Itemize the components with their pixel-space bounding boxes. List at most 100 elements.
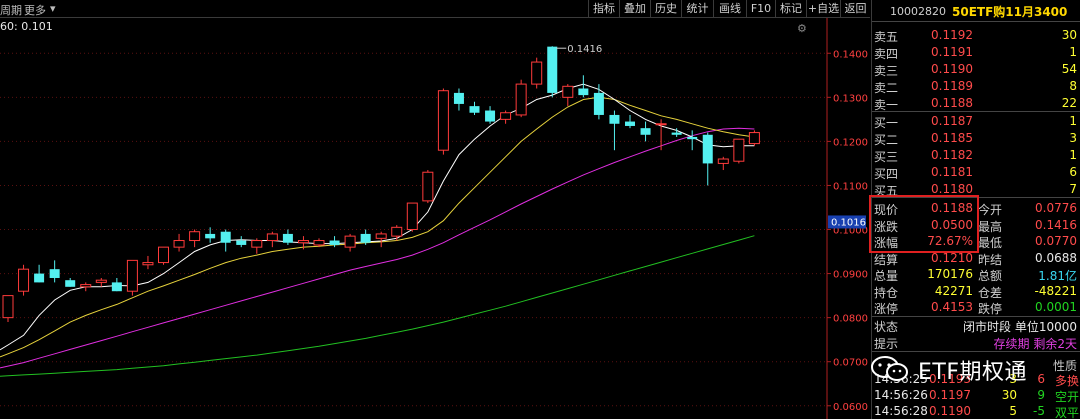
candle-body-down (609, 114, 620, 124)
stat-value: 42271 (934, 283, 973, 298)
candle-body-down (578, 88, 589, 96)
status-row: 状态 闭市时段 单位10000 (872, 317, 1080, 334)
candle-body-up (515, 83, 527, 116)
candle-body-down (220, 231, 231, 243)
candle-body-up (562, 85, 574, 98)
more-chevron-icon[interactable]: ▾ (50, 2, 56, 15)
bid-volume: 1 (1069, 114, 1077, 128)
toolbar-button-1[interactable]: 叠加 (619, 0, 650, 18)
stat-label: 跌停 (978, 302, 1003, 316)
candle-body-up (375, 233, 387, 239)
ask-volume: 30 (1061, 28, 1077, 42)
toolbar-button-6[interactable]: 标记 (775, 0, 806, 18)
y-tick-label: 0.1200 (833, 137, 868, 148)
ask-volume: 1 (1069, 45, 1077, 59)
ask-volume: 8 (1069, 79, 1077, 93)
toolbar-button-0[interactable]: 指标 (588, 0, 619, 18)
current-value-tag: 0.1016 (831, 217, 866, 228)
toolbar-button-5[interactable]: F10 (746, 0, 775, 18)
toolbar-button-8[interactable]: 返回 (840, 0, 870, 18)
candle-body-up (18, 268, 30, 292)
candle-body-down (671, 132, 682, 135)
ask-row[interactable]: 卖五 0.1192 30 (872, 27, 1080, 44)
stat-label: 最高 (978, 219, 1003, 234)
candle-body-down (329, 240, 340, 245)
stat-label: 最低 (978, 236, 1003, 250)
kline-chart[interactable]: 0.14000.13000.12000.11000.10000.09000.08… (0, 18, 870, 419)
toolbar-button-3[interactable]: 统计 (681, 0, 713, 18)
trade-change: -5 (1033, 404, 1045, 418)
y-tick-label: 0.0600 (833, 402, 868, 413)
candle-body-up (158, 246, 169, 264)
bid-volume: 1 (1069, 148, 1077, 162)
y-tick-label: 0.1300 (833, 93, 868, 104)
ask-price: 0.1188 (931, 96, 973, 110)
ask-price: 0.1189 (931, 79, 973, 93)
wechat-logo-icon (871, 356, 908, 381)
quote-header: 10002820 50ETF购11月3400 (872, 0, 1080, 22)
candle-body-up (266, 233, 278, 242)
ask-volume: 54 (1061, 62, 1077, 76)
candle-body-up (500, 112, 512, 120)
ask-volume: 22 (1061, 96, 1077, 110)
candle-body-down (34, 273, 45, 283)
candle-body-down (205, 233, 216, 239)
hint-label: 提示 (874, 337, 899, 351)
more-button[interactable]: 更多 (24, 2, 46, 18)
candle-body-down (360, 233, 371, 243)
status-value: 闭市时段 单位10000 (963, 320, 1077, 334)
toolbar-button-7[interactable]: +自选 (806, 0, 840, 18)
candle-body-up (297, 240, 309, 244)
candle-body-up (313, 240, 325, 246)
candle-body-down (547, 46, 558, 93)
period-button[interactable]: 周期 (0, 2, 22, 18)
trade-time: 14:56:28 (874, 404, 928, 418)
candle-body-up (748, 132, 760, 145)
bid-label: 买二 (874, 133, 899, 147)
trade-price: 0.1197 (929, 388, 971, 402)
bid-row[interactable]: 买四 0.1181 6 (872, 164, 1080, 181)
candle-body-up (126, 259, 138, 292)
bid-price: 0.1181 (931, 165, 973, 179)
candle-body-up (406, 202, 418, 231)
contract-name[interactable]: 50ETF购11月3400 (952, 3, 1067, 20)
candle-body-down (687, 136, 698, 140)
stat-label: 仓差 (978, 285, 1003, 300)
y-tick-label: 0.1400 (833, 49, 868, 60)
stat-label: 涨停 (874, 302, 899, 316)
ask-row[interactable]: 卖三 0.1190 54 (872, 61, 1080, 78)
ask-row[interactable]: 卖一 0.1188 22 (872, 95, 1080, 112)
ask-row[interactable]: 卖二 0.1189 8 (872, 78, 1080, 95)
candle-body-up (733, 138, 745, 162)
bid-row[interactable]: 买三 0.1182 1 (872, 147, 1080, 164)
toolbar-button-2[interactable]: 历史 (650, 0, 681, 18)
highlight-box (869, 195, 979, 253)
bid-row[interactable]: 买二 0.1185 3 (872, 130, 1080, 147)
candle-body-down (485, 110, 496, 122)
candle-body-down (49, 269, 60, 278)
divider (872, 111, 1080, 112)
stat-label: 结算 (874, 252, 899, 267)
ma5-line (0, 83, 755, 351)
candle-body-up (173, 240, 185, 248)
y-tick-label: 0.0900 (833, 270, 868, 281)
toolbar-button-4[interactable]: 画线 (713, 0, 746, 18)
contract-code: 10002820 (890, 5, 946, 18)
ma10-line (0, 96, 755, 358)
bid-row[interactable]: 买一 0.1187 1 (872, 113, 1080, 130)
candle-body-up (142, 262, 154, 266)
stat-value: 0.1416 (1035, 217, 1077, 232)
trade-time: 14:56:26 (874, 388, 928, 402)
stat-label: 持仓 (874, 285, 899, 300)
trade-row: 14:56:28 0.1190 5 -5 双平 (872, 403, 1080, 419)
ask-label: 卖五 (874, 30, 899, 44)
stat-row: 涨停 0.4153 跌停 0.0001 (872, 299, 1080, 316)
stat-value: 0.4153 (931, 300, 973, 314)
bid-volume: 3 (1069, 131, 1077, 145)
ask-price: 0.1192 (931, 28, 973, 42)
ask-label: 卖三 (874, 64, 899, 78)
candle-body-down (625, 121, 635, 126)
hint-value: 存续期 剩余2天 (993, 337, 1077, 351)
ask-row[interactable]: 卖四 0.1191 1 (872, 44, 1080, 61)
stat-label: 总量 (874, 269, 899, 283)
